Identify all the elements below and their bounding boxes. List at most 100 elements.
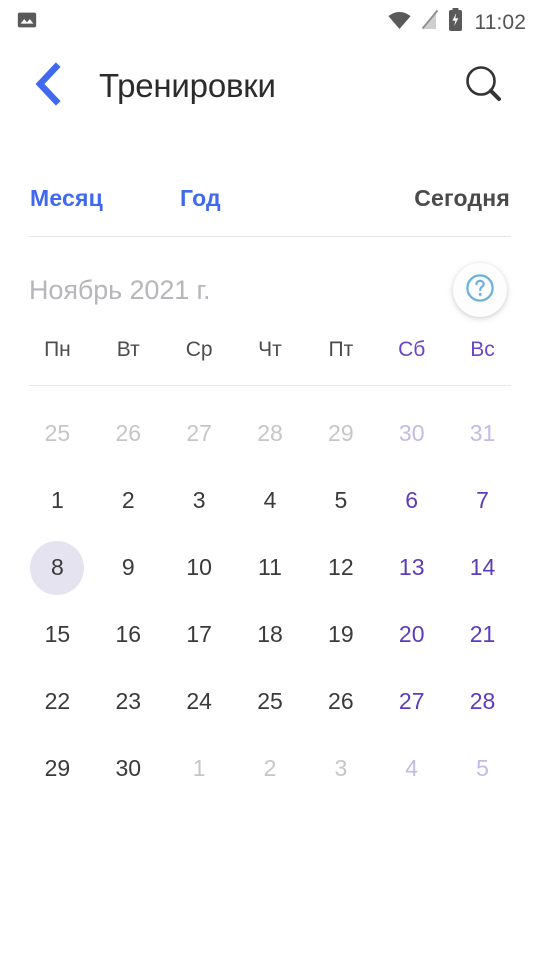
calendar-day[interactable]: 29 bbox=[305, 400, 376, 467]
calendar-day[interactable]: 17 bbox=[164, 601, 235, 668]
calendar-day-number: 29 bbox=[44, 755, 71, 781]
status-bar: 11:02 bbox=[0, 0, 540, 44]
calendar-day[interactable]: 30 bbox=[93, 735, 164, 802]
calendar-day[interactable]: 31 bbox=[447, 400, 518, 467]
back-button[interactable] bbox=[30, 61, 76, 112]
calendar-day[interactable]: 27 bbox=[164, 400, 235, 467]
calendar-day[interactable]: 29 bbox=[22, 735, 93, 802]
calendar-day-number: 12 bbox=[328, 554, 354, 580]
calendar-day[interactable]: 25 bbox=[22, 400, 93, 467]
tab-month[interactable]: Месяц bbox=[30, 185, 103, 212]
calendar-week-row: 1 2 3 4 5 6 7 bbox=[22, 467, 518, 534]
calendar-day[interactable]: 14 bbox=[447, 534, 518, 601]
calendar-day-number: 21 bbox=[469, 621, 496, 647]
weekday-header-row: Пн Вт Ср Чт Пт Сб Вс bbox=[22, 328, 518, 372]
calendar-day[interactable]: 4 bbox=[235, 467, 306, 534]
calendar-day[interactable]: 24 bbox=[164, 668, 235, 735]
view-mode-tabs: Месяц Год Сегодня bbox=[0, 160, 540, 236]
calendar-day[interactable]: 26 bbox=[305, 668, 376, 735]
calendar-week-row: 22 23 24 25 26 27 28 bbox=[22, 668, 518, 735]
calendar-day[interactable]: 22 bbox=[22, 668, 93, 735]
calendar-day-number: 14 bbox=[469, 554, 496, 580]
calendar-day-number: 27 bbox=[398, 688, 425, 714]
calendar-day[interactable]: 11 bbox=[235, 534, 306, 601]
calendar-day-number: 7 bbox=[476, 487, 489, 513]
calendar-day-number: 9 bbox=[121, 554, 135, 580]
calendar-day-selected[interactable]: 8 bbox=[22, 534, 93, 601]
calendar-day-number: 5 bbox=[334, 487, 348, 513]
help-button[interactable] bbox=[453, 263, 507, 317]
calendar-day[interactable]: 26 bbox=[93, 400, 164, 467]
calendar-day[interactable]: 15 bbox=[22, 601, 93, 668]
calendar-day[interactable]: 25 bbox=[235, 668, 306, 735]
calendar-day[interactable]: 6 bbox=[376, 467, 447, 534]
calendar-day-number: 29 bbox=[328, 420, 354, 446]
calendar-day[interactable]: 21 bbox=[447, 601, 518, 668]
calendar-day[interactable]: 19 bbox=[305, 601, 376, 668]
calendar-day[interactable]: 4 bbox=[376, 735, 447, 802]
search-button[interactable] bbox=[458, 60, 510, 112]
calendar-day-number: 2 bbox=[121, 487, 135, 513]
tab-today[interactable]: Сегодня bbox=[414, 185, 510, 212]
battery-charging-icon bbox=[448, 8, 463, 36]
calendar-day[interactable]: 20 bbox=[376, 601, 447, 668]
calendar-day-number: 15 bbox=[44, 621, 71, 647]
calendar-day-number: 22 bbox=[44, 688, 71, 714]
calendar-day[interactable]: 28 bbox=[235, 400, 306, 467]
calendar-day[interactable]: 5 bbox=[305, 467, 376, 534]
month-header: Ноябрь 2021 г. bbox=[0, 254, 540, 326]
calendar-day-number: 13 bbox=[398, 554, 425, 580]
calendar-day-number: 24 bbox=[186, 688, 212, 714]
search-icon bbox=[462, 62, 506, 111]
calendar-day-number: 18 bbox=[257, 621, 283, 647]
weekday-divider bbox=[29, 385, 511, 386]
calendar-day-number: 2 bbox=[263, 755, 277, 781]
calendar-day-number: 25 bbox=[257, 688, 283, 714]
calendar-day-number: 6 bbox=[405, 487, 419, 513]
calendar-day-number: 5 bbox=[476, 755, 489, 781]
calendar-day[interactable]: 3 bbox=[164, 467, 235, 534]
calendar-day-number: 10 bbox=[186, 554, 212, 580]
calendar-day[interactable]: 13 bbox=[376, 534, 447, 601]
calendar-day[interactable]: 3 bbox=[305, 735, 376, 802]
calendar-day-number: 26 bbox=[115, 420, 142, 446]
tab-year[interactable]: Год bbox=[180, 185, 221, 212]
weekday-header: Вс bbox=[470, 338, 495, 361]
month-label: Ноябрь 2021 г. bbox=[29, 274, 211, 305]
calendar-day[interactable]: 5 bbox=[447, 735, 518, 802]
weekday-header: Ср bbox=[185, 338, 213, 361]
status-time: 11:02 bbox=[474, 10, 526, 34]
tabs-divider bbox=[29, 236, 511, 237]
calendar-day[interactable]: 2 bbox=[235, 735, 306, 802]
weekday-header: Пт bbox=[328, 338, 354, 361]
page-title: Тренировки bbox=[99, 67, 276, 104]
calendar-day[interactable]: 18 bbox=[235, 601, 306, 668]
calendar-day[interactable]: 30 bbox=[376, 400, 447, 467]
calendar-day-number: 3 bbox=[334, 755, 348, 781]
calendar-day[interactable]: 28 bbox=[447, 668, 518, 735]
calendar-day[interactable]: 10 bbox=[164, 534, 235, 601]
status-icons: 11:02 bbox=[387, 8, 527, 36]
calendar-day[interactable]: 16 bbox=[93, 601, 164, 668]
calendar-day-number: 30 bbox=[115, 755, 142, 781]
calendar-day[interactable]: 1 bbox=[164, 735, 235, 802]
calendar-day-number: 19 bbox=[328, 621, 354, 647]
calendar-day[interactable]: 2 bbox=[93, 467, 164, 534]
calendar: Пн Вт Ср Чт Пт Сб Вс 25 26 27 28 29 30 31 1 2 3 4 5 6 7 8 9 10… bbox=[0, 328, 540, 802]
calendar-day[interactable]: 23 bbox=[93, 668, 164, 735]
calendar-day[interactable]: 9 bbox=[93, 534, 164, 601]
calendar-day-number: 3 bbox=[192, 487, 206, 513]
weekday-header: Сб bbox=[398, 338, 426, 361]
weekday-header: Чт bbox=[258, 338, 282, 361]
signal-off-icon bbox=[421, 9, 439, 35]
help-circle-icon bbox=[464, 272, 496, 309]
calendar-day[interactable]: 7 bbox=[447, 467, 518, 534]
calendar-day[interactable]: 27 bbox=[376, 668, 447, 735]
calendar-day[interactable]: 1 bbox=[22, 467, 93, 534]
chevron-left-icon bbox=[30, 61, 64, 112]
calendar-days-grid: 25 26 27 28 29 30 31 1 2 3 4 5 6 7 8 9 10 11 12 13 14 15 16 17 1… bbox=[22, 400, 518, 802]
calendar-day[interactable]: 12 bbox=[305, 534, 376, 601]
image-icon bbox=[16, 9, 38, 36]
calendar-day-number: 8 bbox=[30, 540, 85, 595]
calendar-day-number: 4 bbox=[263, 487, 277, 513]
